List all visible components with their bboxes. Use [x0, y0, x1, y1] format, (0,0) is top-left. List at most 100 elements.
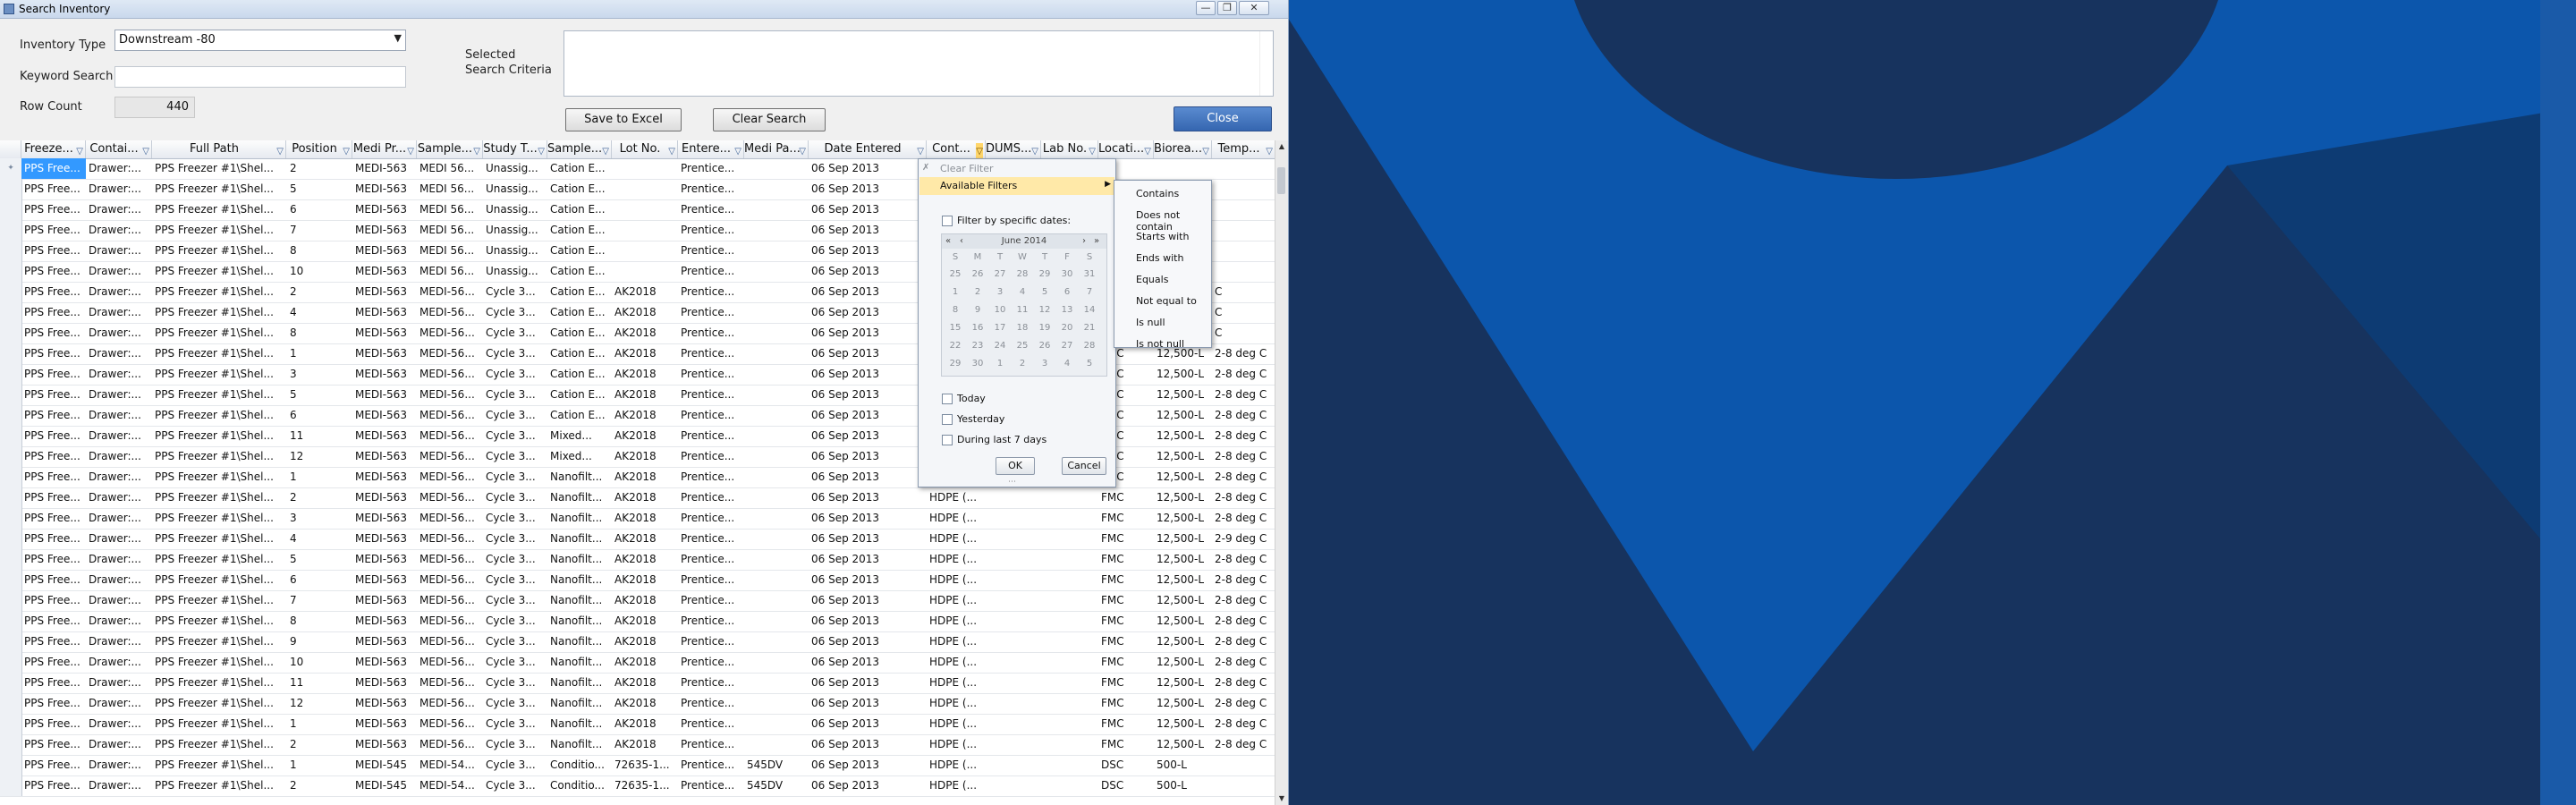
- table-cell[interactable]: Nanofilt...: [547, 652, 612, 673]
- table-cell[interactable]: 12,500-L: [1154, 714, 1212, 734]
- table-cell[interactable]: 12,500-L: [1154, 508, 1212, 529]
- table-cell[interactable]: MEDI-56...: [417, 487, 483, 508]
- table-cell[interactable]: Prentice...: [678, 426, 744, 446]
- calendar-day[interactable]: 25: [945, 269, 966, 279]
- table-cell[interactable]: [1212, 220, 1275, 241]
- table-cell[interactable]: [744, 631, 809, 652]
- date-calendar[interactable]: « ‹ June 2014 › » S M T W T F S 25 26 27 28 29 30 31 1…: [941, 233, 1107, 377]
- table-cell[interactable]: Prentice...: [678, 487, 744, 508]
- table-cell[interactable]: Cation E...: [547, 282, 612, 302]
- minimize-button[interactable]: —: [1196, 1, 1216, 15]
- table-cell[interactable]: FMC: [1098, 529, 1154, 549]
- table-cell[interactable]: 2-8 deg C: [1212, 426, 1275, 446]
- calendar-day[interactable]: 6: [1056, 287, 1078, 297]
- table-cell[interactable]: PPS Freezer #1\Shel...: [152, 693, 286, 714]
- table-cell[interactable]: MEDI-56...: [417, 652, 483, 673]
- table-cell[interactable]: 2: [286, 282, 352, 302]
- table-cell[interactable]: Prentice...: [678, 323, 744, 343]
- table-row[interactable]: PPS Free... Drawer:... PPS Freezer #1\Shel…: [0, 611, 1275, 632]
- calendar-day[interactable]: 24: [989, 341, 1011, 351]
- table-cell[interactable]: Drawer:...: [86, 405, 152, 426]
- table-cell[interactable]: 1: [286, 714, 352, 734]
- table-row[interactable]: PPS Free... Drawer:... PPS Freezer #1\Shel…: [0, 529, 1275, 550]
- filter-option-contains[interactable]: Contains: [1136, 188, 1179, 199]
- table-cell[interactable]: 6: [286, 199, 352, 220]
- table-cell[interactable]: AK2018: [612, 426, 678, 446]
- table-cell[interactable]: Drawer:...: [86, 220, 152, 241]
- table-cell[interactable]: 3: [286, 364, 352, 385]
- table-cell[interactable]: [744, 343, 809, 364]
- table-cell[interactable]: [1041, 590, 1098, 611]
- calendar-day[interactable]: 16: [967, 323, 988, 333]
- table-cell[interactable]: PPS Freezer #1\Shel...: [152, 385, 286, 405]
- table-cell[interactable]: MEDI-563: [352, 570, 417, 590]
- table-cell[interactable]: 12,500-L: [1154, 405, 1212, 426]
- table-cell[interactable]: MEDI-563: [352, 673, 417, 693]
- row-header[interactable]: [0, 487, 22, 508]
- table-cell[interactable]: MEDI-545: [352, 755, 417, 775]
- table-cell[interactable]: HDPE (...: [927, 529, 986, 549]
- table-cell[interactable]: PPS Freezer #1\Shel...: [152, 487, 286, 508]
- table-cell[interactable]: PPS Free...: [21, 261, 86, 282]
- column-header-0[interactable]: Freeze... ▽: [21, 140, 86, 158]
- table-cell[interactable]: MEDI-56...: [417, 611, 483, 631]
- table-cell[interactable]: Prentice...: [678, 199, 744, 220]
- table-cell[interactable]: Cycle 3...: [483, 570, 547, 590]
- table-cell[interactable]: PPS Freezer #1\Shel...: [152, 549, 286, 570]
- table-cell[interactable]: [744, 549, 809, 570]
- next-year-icon[interactable]: »: [1094, 236, 1099, 246]
- table-cell[interactable]: [744, 241, 809, 261]
- table-cell[interactable]: 06 Sep 2013: [809, 199, 927, 220]
- table-cell[interactable]: [1212, 199, 1275, 220]
- column-header-11[interactable]: Date Entered ▽: [809, 140, 927, 158]
- table-cell[interactable]: [1041, 631, 1098, 652]
- table-cell[interactable]: Unassig...: [483, 241, 547, 261]
- calendar-day[interactable]: 18: [1012, 323, 1033, 333]
- table-cell[interactable]: PPS Free...: [21, 364, 86, 385]
- table-cell[interactable]: 8: [286, 611, 352, 631]
- table-cell[interactable]: MEDI-54...: [417, 755, 483, 775]
- table-cell[interactable]: 12: [286, 693, 352, 714]
- table-cell[interactable]: 12,500-L: [1154, 549, 1212, 570]
- table-cell[interactable]: AK2018: [612, 549, 678, 570]
- table-cell[interactable]: [744, 529, 809, 549]
- column-header-2[interactable]: Full Path ▽: [152, 140, 286, 158]
- table-cell[interactable]: MEDI-563: [352, 693, 417, 714]
- table-cell[interactable]: PPS Freezer #1\Shel...: [152, 343, 286, 364]
- table-cell[interactable]: MEDI-563: [352, 282, 417, 302]
- table-cell[interactable]: 7: [286, 220, 352, 241]
- table-cell[interactable]: DSC: [1098, 775, 1154, 796]
- filter-option-does-not-contain[interactable]: Does not contain: [1136, 209, 1211, 233]
- table-cell[interactable]: [744, 323, 809, 343]
- table-cell[interactable]: 06 Sep 2013: [809, 714, 927, 734]
- table-cell[interactable]: 06 Sep 2013: [809, 508, 927, 529]
- table-cell[interactable]: 2: [286, 487, 352, 508]
- row-header[interactable]: [0, 467, 22, 487]
- yesterday-checkbox[interactable]: [942, 414, 953, 425]
- table-cell[interactable]: Prentice...: [678, 775, 744, 796]
- table-cell[interactable]: 06 Sep 2013: [809, 755, 927, 775]
- table-cell[interactable]: 12,500-L: [1154, 590, 1212, 611]
- table-cell[interactable]: MEDI-563: [352, 652, 417, 673]
- table-cell[interactable]: Drawer:...: [86, 693, 152, 714]
- table-cell[interactable]: [986, 631, 1041, 652]
- table-cell[interactable]: [744, 508, 809, 529]
- table-cell[interactable]: MEDI-563: [352, 549, 417, 570]
- table-cell[interactable]: MEDI-563: [352, 487, 417, 508]
- table-cell[interactable]: PPS Free...: [21, 714, 86, 734]
- ok-button[interactable]: OK: [996, 457, 1035, 475]
- calendar-day[interactable]: 15: [945, 323, 966, 333]
- column-header-7[interactable]: Sample... ▽: [547, 140, 612, 158]
- table-cell[interactable]: FMC: [1098, 508, 1154, 529]
- table-cell[interactable]: HDPE (...: [927, 673, 986, 693]
- table-cell[interactable]: PPS Free...: [21, 282, 86, 302]
- table-cell[interactable]: 2-8 deg C: [1212, 508, 1275, 529]
- table-cell[interactable]: [1212, 158, 1275, 179]
- table-cell[interactable]: MEDI-56...: [417, 385, 483, 405]
- table-cell[interactable]: Cycle 3...: [483, 714, 547, 734]
- table-cell[interactable]: PPS Freezer #1\Shel...: [152, 220, 286, 241]
- table-cell[interactable]: Drawer:...: [86, 508, 152, 529]
- row-header[interactable]: [0, 364, 22, 385]
- table-cell[interactable]: 2-8 deg C: [1212, 631, 1275, 652]
- today-checkbox[interactable]: [942, 394, 953, 404]
